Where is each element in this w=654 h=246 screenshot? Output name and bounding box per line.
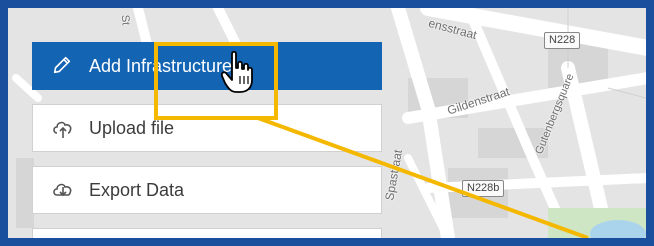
road-badge-n228b: N228b [462,180,505,197]
street-label-vertical: St [118,14,132,26]
cloud-export-icon [51,178,75,202]
screenshot-frame: ensstraat St Gildenstraat Gutenbergsquar… [0,0,654,246]
highlight-box [154,42,278,120]
hand-pointer-icon [220,50,254,94]
upload-file-label: Upload file [89,117,175,138]
export-data-button[interactable]: Export Data [32,166,382,214]
road-badge-n228: N228 [544,32,581,49]
pencil-icon [51,54,75,78]
next-menu-button-partial[interactable] [32,228,382,238]
cloud-upload-icon [51,116,75,140]
export-data-label: Export Data [89,179,185,200]
